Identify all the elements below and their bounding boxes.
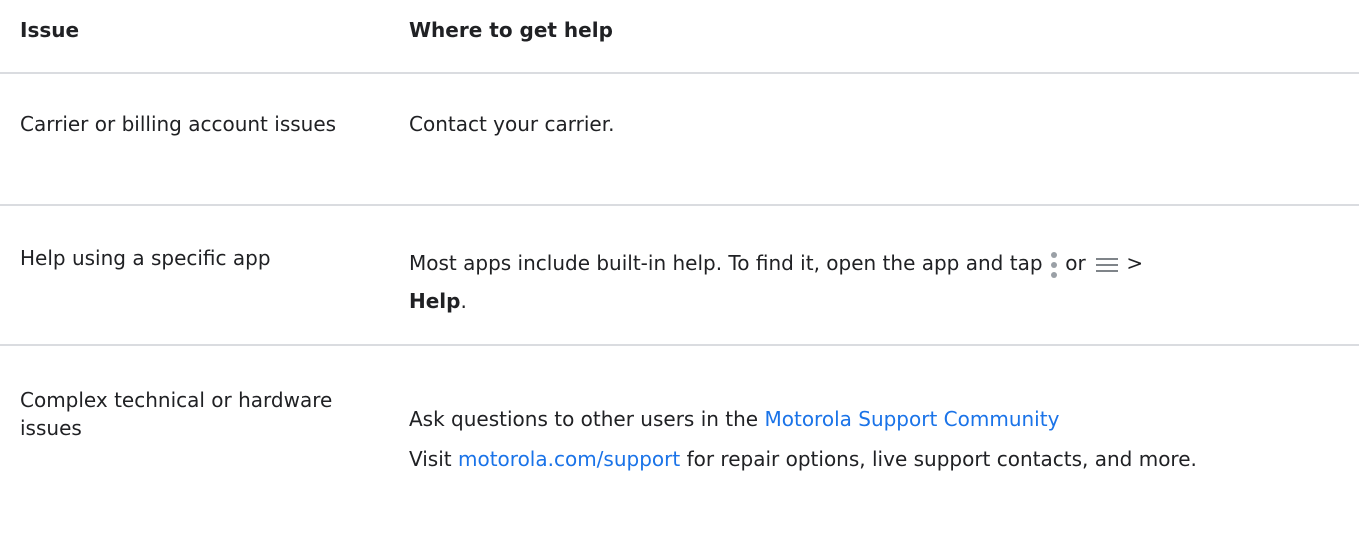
- table-header-row: Issue Where to get help: [0, 0, 1359, 72]
- help-text-end: .: [460, 289, 467, 313]
- help-cell: Contact your carrier.: [409, 112, 615, 136]
- header-issue: Issue: [20, 18, 80, 42]
- help-menu-item: Help: [409, 289, 461, 313]
- issue-cell: Carrier or billing account issues: [20, 112, 337, 136]
- help-cell: Most apps include built-in help. To find…: [409, 244, 1349, 320]
- help-text-gt: >: [1126, 251, 1144, 275]
- table-row: Complex technical or hardware issues Ask…: [0, 346, 1359, 546]
- header-where-to-get-help: Where to get help: [409, 18, 613, 42]
- help-text: Most apps include built-in help. To find…: [409, 251, 1043, 275]
- help-paragraph: Ask questions to other users in the Moto…: [409, 400, 1349, 438]
- table-row: Carrier or billing account issues Contac…: [0, 74, 1359, 204]
- support-community-link[interactable]: Motorola Support Community: [764, 407, 1059, 431]
- more-vert-icon: [1049, 251, 1059, 279]
- help-text: Ask questions to other users in the: [409, 407, 759, 431]
- issue-cell: Help using a specific app: [20, 246, 271, 270]
- help-text-or: or: [1065, 251, 1086, 275]
- table-row: Help using a specific app Most apps incl…: [0, 206, 1359, 344]
- help-table: Issue Where to get help Carrier or billi…: [0, 0, 1359, 546]
- help-text: Visit: [409, 447, 452, 471]
- motorola-support-link[interactable]: motorola.com/support: [458, 447, 680, 471]
- help-paragraph: Visit motorola.com/support for repair op…: [409, 444, 1349, 474]
- help-text: for repair options, live support contact…: [686, 447, 1197, 471]
- help-cell: Ask questions to other users in the Moto…: [409, 400, 1349, 474]
- menu-icon: [1096, 257, 1119, 273]
- issue-cell: Complex technical or hardware issues: [20, 388, 333, 440]
